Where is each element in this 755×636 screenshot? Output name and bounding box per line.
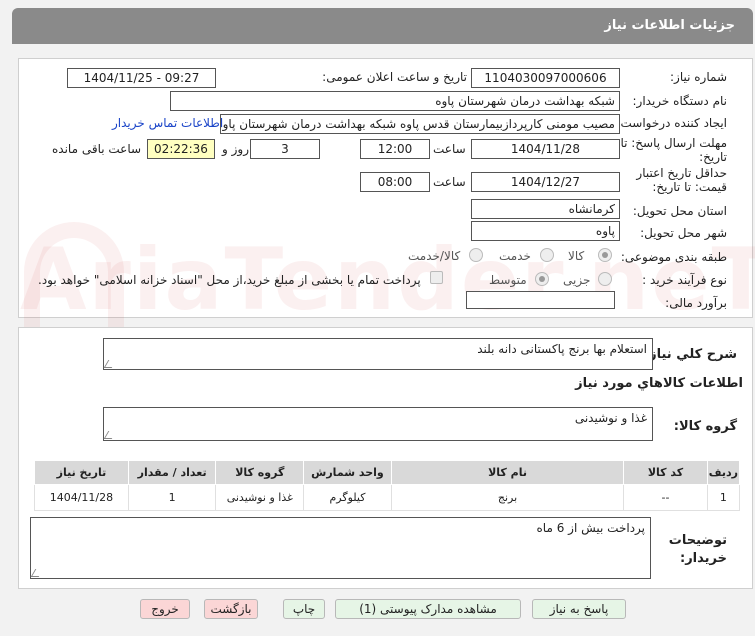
cell-goods-name: برنج <box>390 484 625 511</box>
treasury-payment-checkbox[interactable] <box>430 271 443 284</box>
column-header: نام کالا <box>390 460 625 485</box>
estimate-field[interactable] <box>466 291 615 309</box>
items-table: ردیف کد کالا نام کالا واحد شمارش گروه کا… <box>34 460 741 511</box>
process-label: نوع فرآیند خرید : <box>642 273 727 287</box>
deadline-time-label: ساعت <box>433 142 466 156</box>
attachments-button[interactable]: مشاهده مدارک پیوستی (1) <box>335 599 521 619</box>
category-service-label: خدمت <box>499 249 531 263</box>
city-label: شهر محل تحویل: <box>640 226 727 240</box>
reply-button[interactable]: پاسخ به نیاز <box>532 599 626 619</box>
buyer-org-label: نام دستگاه خریدار: <box>632 94 728 108</box>
page-title-bar: جزئیات اطلاعات نیاز <box>12 8 753 44</box>
need-number-field: 1104030097000606 <box>471 68 620 88</box>
estimate-label: برآورد مالی: <box>665 296 727 310</box>
radio-category-goods[interactable] <box>598 248 612 262</box>
buyer-notes-textarea[interactable]: پرداخت بیش از 6 ماه <box>30 517 651 579</box>
validity-label: حداقل تاریخ اعتبار قیمت: تا تاریخ: <box>636 166 727 194</box>
treasury-payment-note: پرداخت تمام یا بخشی از مبلغ خرید،از محل … <box>38 273 421 287</box>
need-number-label: شماره نیاز: <box>670 70 727 84</box>
radio-process-medium[interactable] <box>535 272 549 286</box>
cell-goods-group: غذا و نوشیدنی <box>215 484 305 511</box>
column-header: کد کالا <box>623 460 708 485</box>
summary-textarea[interactable]: استعلام بها برنج پاکستانی دانه بلند <box>103 338 653 370</box>
cell-goods-code: -- <box>623 484 708 511</box>
remaining-time-field: 02:22:36 <box>147 139 215 159</box>
column-header: ردیف <box>706 460 741 485</box>
buyer-org-field: شبکه بهداشت درمان شهرستان پاوه <box>170 91 620 111</box>
summary-label: شرح کلي نياز: <box>643 347 737 362</box>
creator-label: ایجاد کننده درخواست: <box>616 116 727 130</box>
province-label: استان محل تحویل: <box>632 204 727 218</box>
process-medium-label: متوسط <box>489 273 527 287</box>
deadline-label: مهلت ارسال پاسخ: تا تاریخ: <box>620 136 727 164</box>
radio-category-goods-service[interactable] <box>469 248 483 262</box>
radio-process-minor[interactable] <box>598 272 612 286</box>
category-label: طبقه بندی موضوعی: <box>620 250 727 264</box>
table-row[interactable]: 1 -- برنج کیلوگرم غذا و نوشیدنی 1 1404/1… <box>34 484 741 511</box>
remaining-label: ساعت باقی مانده <box>52 142 142 156</box>
page-title: جزئیات اطلاعات نیاز <box>604 18 735 33</box>
creator-field: مصیب مومنی کارپردازبیمارستان قدس پاوه شب… <box>220 114 620 134</box>
category-goods-label: کالا <box>568 249 585 263</box>
goods-group-textarea[interactable]: غذا و نوشیدنی <box>103 407 653 441</box>
goods-group-label: گروه کالا: <box>673 419 737 434</box>
cell-quantity: 1 <box>127 484 217 511</box>
validity-time-field: 08:00 <box>360 172 430 192</box>
days-and-label: روز و <box>222 142 249 156</box>
back-button[interactable]: بازگشت <box>204 599 258 619</box>
buyer-notes-text: پرداخت بیش از 6 ماه <box>536 521 646 535</box>
buyer-notes-label: توضیحات خریدار: <box>668 533 727 566</box>
category-goods-service-label: کالا/خدمت <box>408 249 461 263</box>
buyer-contact-link[interactable]: اطلاعات تماس خریدار <box>112 116 223 130</box>
deadline-time-field: 12:00 <box>360 139 430 159</box>
exit-button[interactable]: خروج <box>140 599 190 619</box>
column-header: گروه کالا <box>215 460 305 485</box>
validity-date-field: 1404/12/27 <box>471 172 620 192</box>
announce-field: 1404/11/25 - 09:27 <box>67 68 216 88</box>
cell-unit: کیلوگرم <box>303 484 392 511</box>
resize-grip-icon[interactable] <box>30 569 44 577</box>
cell-need-date: 1404/11/28 <box>34 484 129 511</box>
resize-grip-icon[interactable] <box>103 360 117 368</box>
cell-row-number: 1 <box>706 484 741 511</box>
column-header: واحد شمارش <box>303 460 392 485</box>
radio-category-service[interactable] <box>540 248 554 262</box>
summary-text: استعلام بها برنج پاکستانی دانه بلند <box>477 342 647 356</box>
validity-time-label: ساعت <box>433 175 466 189</box>
city-field: پاوه <box>471 221 620 241</box>
announce-label: تاریخ و ساعت اعلان عمومی: <box>322 70 467 84</box>
goods-group-text: غذا و نوشیدنی <box>574 411 647 425</box>
items-section-title: اطلاعات کالاهاي مورد نياز <box>575 376 743 391</box>
print-button[interactable]: چاپ <box>283 599 325 619</box>
resize-grip-icon[interactable] <box>103 431 117 439</box>
column-header: تعداد / مقدار <box>127 460 217 485</box>
province-field: کرمانشاه <box>471 199 620 219</box>
days-field: 3 <box>250 139 320 159</box>
deadline-date-field: 1404/11/28 <box>471 139 620 159</box>
process-minor-label: جزیی <box>563 273 591 287</box>
column-header: تاریخ نیاز <box>34 460 129 485</box>
table-header-row: ردیف کد کالا نام کالا واحد شمارش گروه کا… <box>34 460 741 485</box>
